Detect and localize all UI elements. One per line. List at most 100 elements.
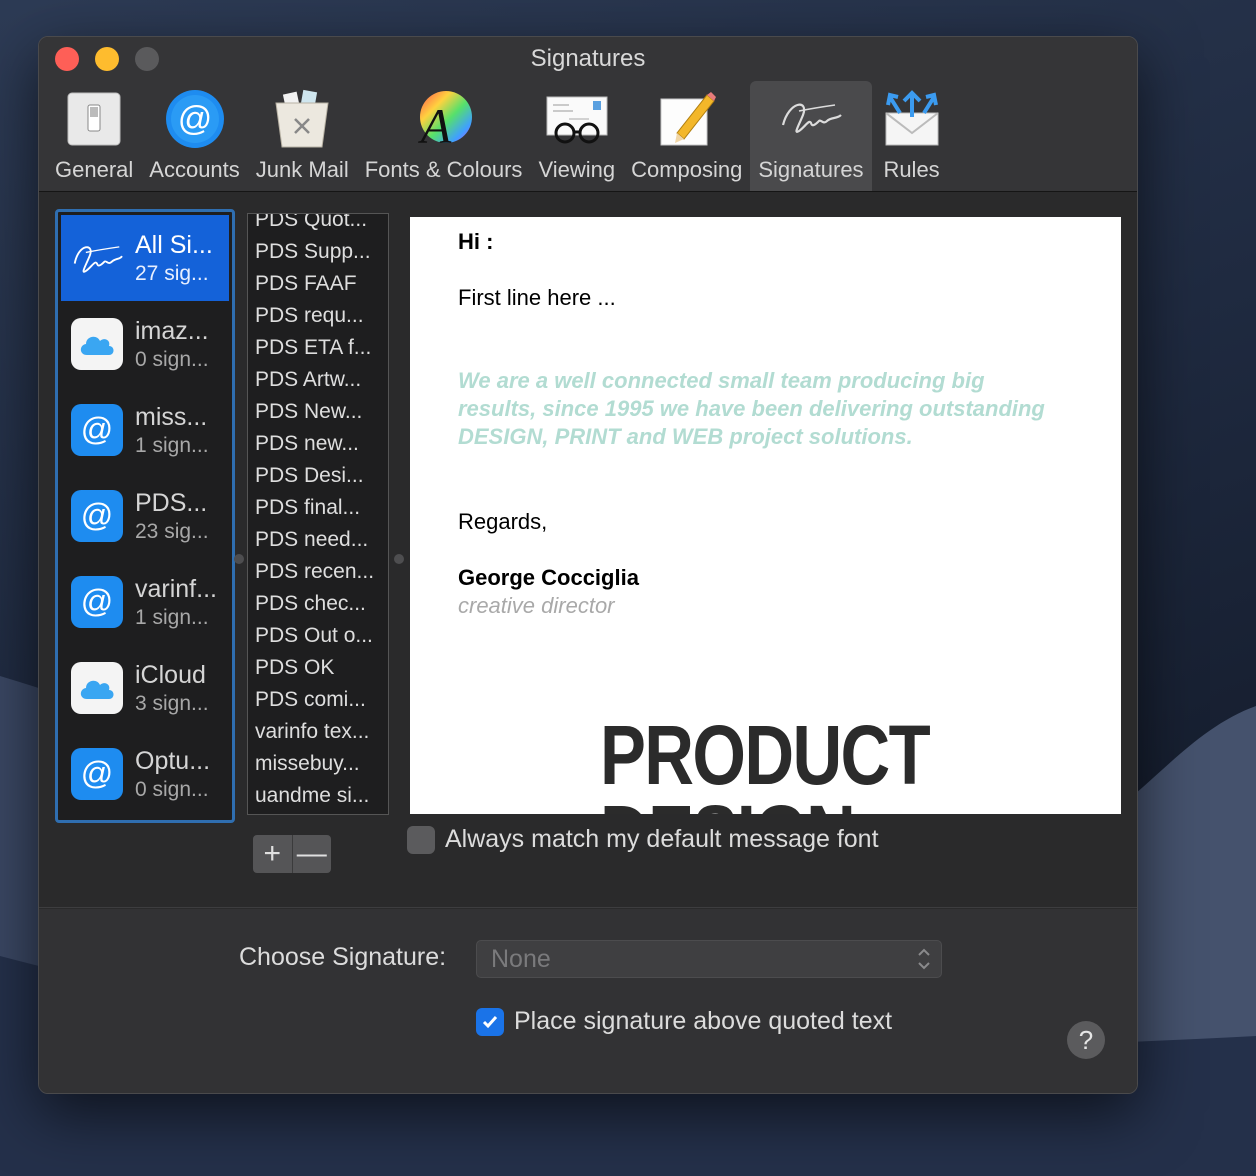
place-above-label: Place signature above quoted text: [514, 1007, 893, 1035]
account-name: iCloud: [135, 660, 206, 689]
choose-signature-label: Choose Signature:: [239, 943, 447, 971]
tab-composing[interactable]: Composing: [623, 81, 750, 191]
select-arrows-icon: [918, 948, 930, 970]
checkmark-icon: [482, 1015, 498, 1028]
tab-general[interactable]: General: [47, 81, 141, 191]
svg-text:@: @: [81, 497, 113, 533]
signature-item[interactable]: PDS OK: [248, 652, 388, 684]
account-item[interactable]: @ miss... 1 sign...: [61, 387, 229, 473]
accounts-at-icon: @: [163, 87, 227, 151]
signature-item[interactable]: PDS requ...: [248, 300, 388, 332]
signature-item[interactable]: PDS new...: [248, 428, 388, 460]
help-button[interactable]: ?: [1067, 1021, 1105, 1059]
at-icon: @: [71, 748, 123, 800]
at-icon: @: [71, 490, 123, 542]
tab-rules-label: Rules: [883, 157, 940, 182]
account-name: Optu...: [135, 746, 211, 775]
tab-accounts-label: Accounts: [149, 157, 240, 182]
account-item[interactable]: iCloud 3 sign...: [61, 645, 229, 731]
tab-fonts-colours-label: Fonts & Colours: [364, 157, 523, 182]
tab-fonts-colours[interactable]: A Fonts & Colours: [357, 81, 531, 191]
signature-item[interactable]: PDS Supp...: [248, 236, 388, 268]
place-above-checkbox[interactable]: [476, 1007, 504, 1036]
splitter-handle[interactable]: [394, 554, 404, 564]
account-count: 0 sign...: [135, 777, 209, 801]
signature-item[interactable]: PDS comi...: [248, 684, 388, 716]
signature-item[interactable]: PDS ETA f...: [248, 332, 388, 364]
account-name: All Si...: [135, 230, 213, 259]
preferences-window: Signatures General @ Accounts Junk Mail: [38, 36, 1138, 1094]
tab-composing-label: Composing: [631, 157, 743, 182]
signatures-list[interactable]: PDS Quot... PDS Supp... PDS FAAF PDS req…: [247, 213, 389, 815]
composing-pencil-icon: [655, 87, 719, 151]
add-remove-controls: + —: [253, 835, 331, 873]
account-name: miss...: [135, 402, 208, 431]
account-count: 23 sig...: [135, 519, 209, 543]
signature-item[interactable]: PDS New...: [248, 396, 388, 428]
choose-signature-select[interactable]: None: [476, 940, 942, 978]
preview-sender-name: George Cocciglia: [458, 565, 639, 590]
icloud-icon: [71, 662, 123, 714]
match-font-checkbox[interactable]: [407, 825, 435, 854]
account-name: varinf...: [135, 574, 217, 603]
svg-text:@: @: [81, 411, 113, 447]
titlebar: Signatures General @ Accounts Junk Mail: [39, 37, 1137, 192]
product-design-logo: PRODUCT DESIGN: [600, 708, 931, 814]
tab-viewing[interactable]: Viewing: [530, 81, 623, 191]
account-item[interactable]: @ varinf... 1 sign...: [61, 559, 229, 645]
signature-item[interactable]: PDS Artw...: [248, 364, 388, 396]
account-item-all-signatures[interactable]: All Si... 27 sig...: [61, 215, 229, 301]
junk-mail-bin-icon: [270, 87, 334, 151]
account-count: 1 sign...: [135, 433, 209, 457]
logo-line-1: PRODUCT: [600, 708, 931, 802]
account-count: 0 sign...: [135, 347, 209, 371]
remove-signature-button[interactable]: —: [291, 835, 332, 873]
preview-regards: Regards,: [458, 509, 548, 534]
tab-junk-mail[interactable]: Junk Mail: [248, 81, 357, 191]
signature-item[interactable]: PDS recen...: [248, 556, 388, 588]
tab-junk-mail-label: Junk Mail: [255, 157, 349, 182]
signature-icon: [71, 232, 123, 284]
signature-item[interactable]: PDS Desi...: [248, 460, 388, 492]
rules-envelope-icon: [880, 87, 944, 151]
tab-general-label: General: [55, 157, 134, 182]
tab-signatures-label: Signatures: [758, 157, 864, 182]
at-icon: @: [71, 576, 123, 628]
window-title: Signatures: [530, 45, 646, 72]
preferences-toolbar: General @ Accounts Junk Mail A Fonts & C…: [47, 81, 952, 191]
signature-item[interactable]: PDS chec...: [248, 588, 388, 620]
place-above-option[interactable]: Place signature above quoted text: [476, 1007, 892, 1036]
match-font-label: Always match my default message font: [445, 825, 879, 853]
svg-text:@: @: [81, 583, 113, 619]
tab-signatures[interactable]: Signatures: [750, 81, 872, 191]
account-count: 3 sign...: [135, 691, 209, 715]
account-item[interactable]: @ PDS... 23 sig...: [61, 473, 229, 559]
account-item[interactable]: @ Optu... 0 sign...: [61, 731, 229, 817]
preview-first-line: First line here ...: [458, 285, 616, 310]
signature-item[interactable]: PDS need...: [248, 524, 388, 556]
account-item[interactable]: imaz... 0 sign...: [61, 301, 229, 387]
signature-item[interactable]: PDS Quot...: [248, 214, 388, 236]
signature-item[interactable]: PDS Out o...: [248, 620, 388, 652]
svg-text:@: @: [81, 755, 113, 791]
signature-item[interactable]: PDS FAAF: [248, 268, 388, 300]
signature-preview[interactable]: Hi : First line here ... We are a well c…: [410, 217, 1121, 814]
icloud-icon: [71, 318, 123, 370]
divider: [39, 907, 1137, 908]
preview-tagline: We are a well connected small team produ…: [458, 368, 1045, 449]
svg-text:A: A: [417, 98, 451, 149]
splitter-handle[interactable]: [234, 554, 244, 564]
signature-item[interactable]: PDS final...: [248, 492, 388, 524]
add-signature-button[interactable]: +: [253, 835, 292, 873]
choose-signature-value: None: [491, 945, 551, 973]
signature-item[interactable]: varinfo tex...: [248, 716, 388, 748]
tab-accounts[interactable]: @ Accounts: [141, 81, 248, 191]
signature-item[interactable]: missebuy...: [248, 748, 388, 780]
accounts-list[interactable]: All Si... 27 sig... imaz... 0 sign... @ mi…: [55, 209, 235, 823]
tab-rules[interactable]: Rules: [872, 81, 952, 191]
match-font-option[interactable]: Always match my default message font: [407, 825, 879, 854]
bottom-panel: [39, 909, 1137, 1093]
account-count: 27 sig...: [135, 261, 209, 285]
signature-item[interactable]: uandme si...: [248, 780, 388, 812]
preview-sender-role: creative director: [458, 593, 615, 618]
